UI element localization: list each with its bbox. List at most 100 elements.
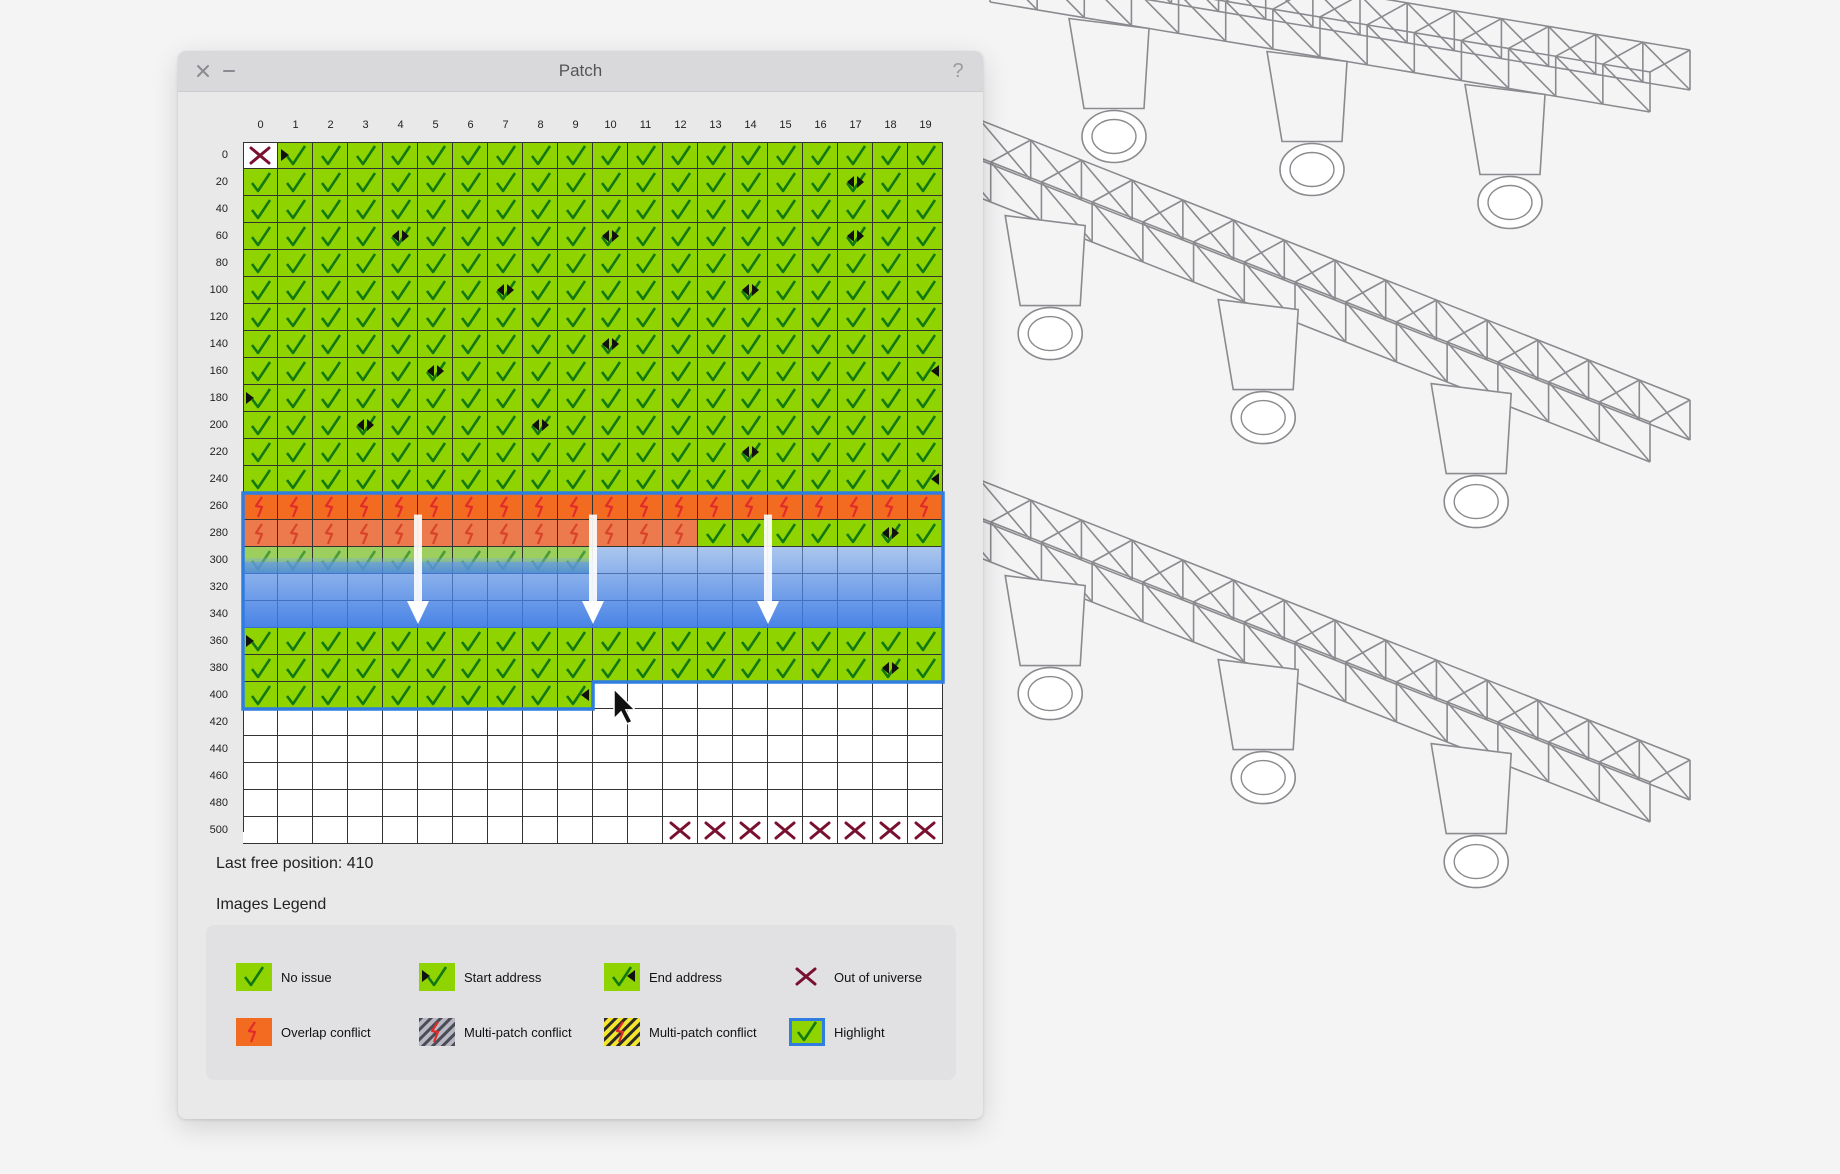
patch-cell-empty[interactable] (348, 736, 383, 763)
patch-cell-empty[interactable] (768, 763, 803, 790)
patch-cell-no-issue[interactable] (278, 439, 313, 466)
patch-cell-highlight-band[interactable] (733, 574, 768, 601)
patch-cell-empty[interactable] (243, 736, 278, 763)
patch-cell-no-issue[interactable] (593, 358, 628, 385)
patch-cell-out-of-universe[interactable] (803, 817, 838, 844)
patch-cell-no-issue[interactable] (348, 628, 383, 655)
patch-cell-empty[interactable] (593, 682, 628, 709)
patch-cell-no-issue[interactable] (418, 439, 453, 466)
patch-cell-no-issue[interactable] (663, 331, 698, 358)
patch-cell-empty[interactable] (278, 790, 313, 817)
patch-cell-empty[interactable] (348, 763, 383, 790)
patch-cell-no-issue[interactable] (278, 385, 313, 412)
patch-cell-no-issue[interactable] (523, 169, 558, 196)
patch-cell-no-issue[interactable] (488, 385, 523, 412)
patch-cell-highlight-band[interactable] (418, 574, 453, 601)
patch-cell-address-boundary[interactable] (838, 169, 873, 196)
patch-cell-no-issue[interactable] (278, 682, 313, 709)
patch-cell-highlight-band[interactable] (733, 547, 768, 574)
patch-cell-no-issue[interactable] (838, 250, 873, 277)
patch-cell-no-issue[interactable] (488, 682, 523, 709)
patch-cell-no-issue[interactable] (908, 331, 943, 358)
patch-cell-no-issue[interactable] (348, 439, 383, 466)
patch-cell-highlight-band[interactable] (348, 601, 383, 628)
patch-cell-no-issue[interactable] (243, 682, 278, 709)
patch-cell-no-issue[interactable] (908, 385, 943, 412)
patch-cell-no-issue[interactable] (803, 628, 838, 655)
patch-cell-no-issue[interactable] (383, 385, 418, 412)
patch-cell-no-issue[interactable] (348, 277, 383, 304)
patch-cell-highlight-band[interactable] (628, 574, 663, 601)
patch-cell-no-issue[interactable] (768, 223, 803, 250)
patch-cell-empty[interactable] (873, 682, 908, 709)
patch-cell-no-issue[interactable] (873, 358, 908, 385)
patch-cell-empty[interactable] (663, 736, 698, 763)
patch-cell-no-issue[interactable] (558, 250, 593, 277)
patch-cell-no-issue[interactable] (488, 331, 523, 358)
patch-cell-empty[interactable] (488, 790, 523, 817)
patch-cell-no-issue[interactable] (698, 412, 733, 439)
patch-cell-empty[interactable] (313, 763, 348, 790)
patch-cell-empty[interactable] (453, 790, 488, 817)
patch-cell-no-issue[interactable] (558, 223, 593, 250)
patch-cell-no-issue[interactable] (628, 169, 663, 196)
patch-cell-highlight-band[interactable] (698, 547, 733, 574)
patch-cell-empty[interactable] (558, 736, 593, 763)
patch-cell-overlap-conflict[interactable] (453, 520, 488, 547)
patch-cell-highlight-band[interactable] (768, 574, 803, 601)
patch-cell-no-issue[interactable] (803, 304, 838, 331)
patch-cell-address-boundary[interactable] (873, 520, 908, 547)
patch-cell-empty[interactable] (663, 763, 698, 790)
patch-cell-no-issue[interactable] (278, 412, 313, 439)
patch-cell-empty[interactable] (523, 817, 558, 844)
patch-cell-no-issue[interactable] (383, 277, 418, 304)
patch-cell-start-address[interactable] (243, 628, 278, 655)
patch-cell-no-issue[interactable] (453, 412, 488, 439)
patch-cell-no-issue[interactable] (558, 331, 593, 358)
patch-cell-no-issue[interactable] (453, 439, 488, 466)
patch-cell-no-issue[interactable] (733, 196, 768, 223)
patch-cell-no-issue[interactable] (663, 169, 698, 196)
patch-cell-no-issue[interactable] (803, 277, 838, 304)
patch-cell-highlight-band[interactable] (558, 601, 593, 628)
patch-cell-no-issue[interactable] (348, 358, 383, 385)
patch-cell-no-issue[interactable] (593, 628, 628, 655)
patch-cell-highlight-band[interactable] (873, 547, 908, 574)
patch-cell-empty[interactable] (523, 736, 558, 763)
patch-cell-no-issue[interactable] (628, 439, 663, 466)
patch-cell-overlap-conflict[interactable] (558, 520, 593, 547)
patch-cell-empty[interactable] (768, 709, 803, 736)
patch-cell-no-issue[interactable] (278, 331, 313, 358)
patch-cell-no-issue[interactable] (873, 277, 908, 304)
patch-cell-empty[interactable] (663, 682, 698, 709)
patch-cell-no-issue[interactable] (418, 331, 453, 358)
patch-cell-empty[interactable] (523, 790, 558, 817)
patch-cell-no-issue[interactable] (523, 385, 558, 412)
patch-cell-no-issue[interactable] (383, 250, 418, 277)
patch-cell-no-issue[interactable] (558, 439, 593, 466)
patch-cell-overlap-conflict[interactable] (313, 520, 348, 547)
patch-cell-no-issue[interactable] (838, 385, 873, 412)
patch-cell-no-issue[interactable] (313, 142, 348, 169)
patch-cell-empty[interactable] (628, 682, 663, 709)
patch-cell-no-issue[interactable] (698, 331, 733, 358)
patch-cell-no-issue[interactable] (908, 223, 943, 250)
patch-cell-no-issue[interactable] (698, 277, 733, 304)
patch-cell-no-issue[interactable] (908, 628, 943, 655)
patch-cell-empty[interactable] (453, 763, 488, 790)
patch-cell-highlight-band[interactable] (698, 601, 733, 628)
patch-cell-no-issue[interactable] (768, 250, 803, 277)
patch-cell-no-issue[interactable] (593, 142, 628, 169)
patch-cell-out-of-universe[interactable] (733, 817, 768, 844)
patch-cell-no-issue[interactable] (593, 196, 628, 223)
patch-cell-no-issue[interactable] (873, 385, 908, 412)
patch-cell-no-issue[interactable] (348, 169, 383, 196)
patch-cell-overlap-conflict[interactable] (593, 493, 628, 520)
patch-cell-empty[interactable] (733, 736, 768, 763)
patch-cell-no-issue[interactable] (908, 520, 943, 547)
patch-cell-no-issue[interactable] (803, 358, 838, 385)
patch-cell-no-issue[interactable] (698, 655, 733, 682)
patch-cell-no-issue[interactable] (453, 196, 488, 223)
patch-cell-highlight-band[interactable] (838, 601, 873, 628)
patch-cell-empty[interactable] (313, 709, 348, 736)
